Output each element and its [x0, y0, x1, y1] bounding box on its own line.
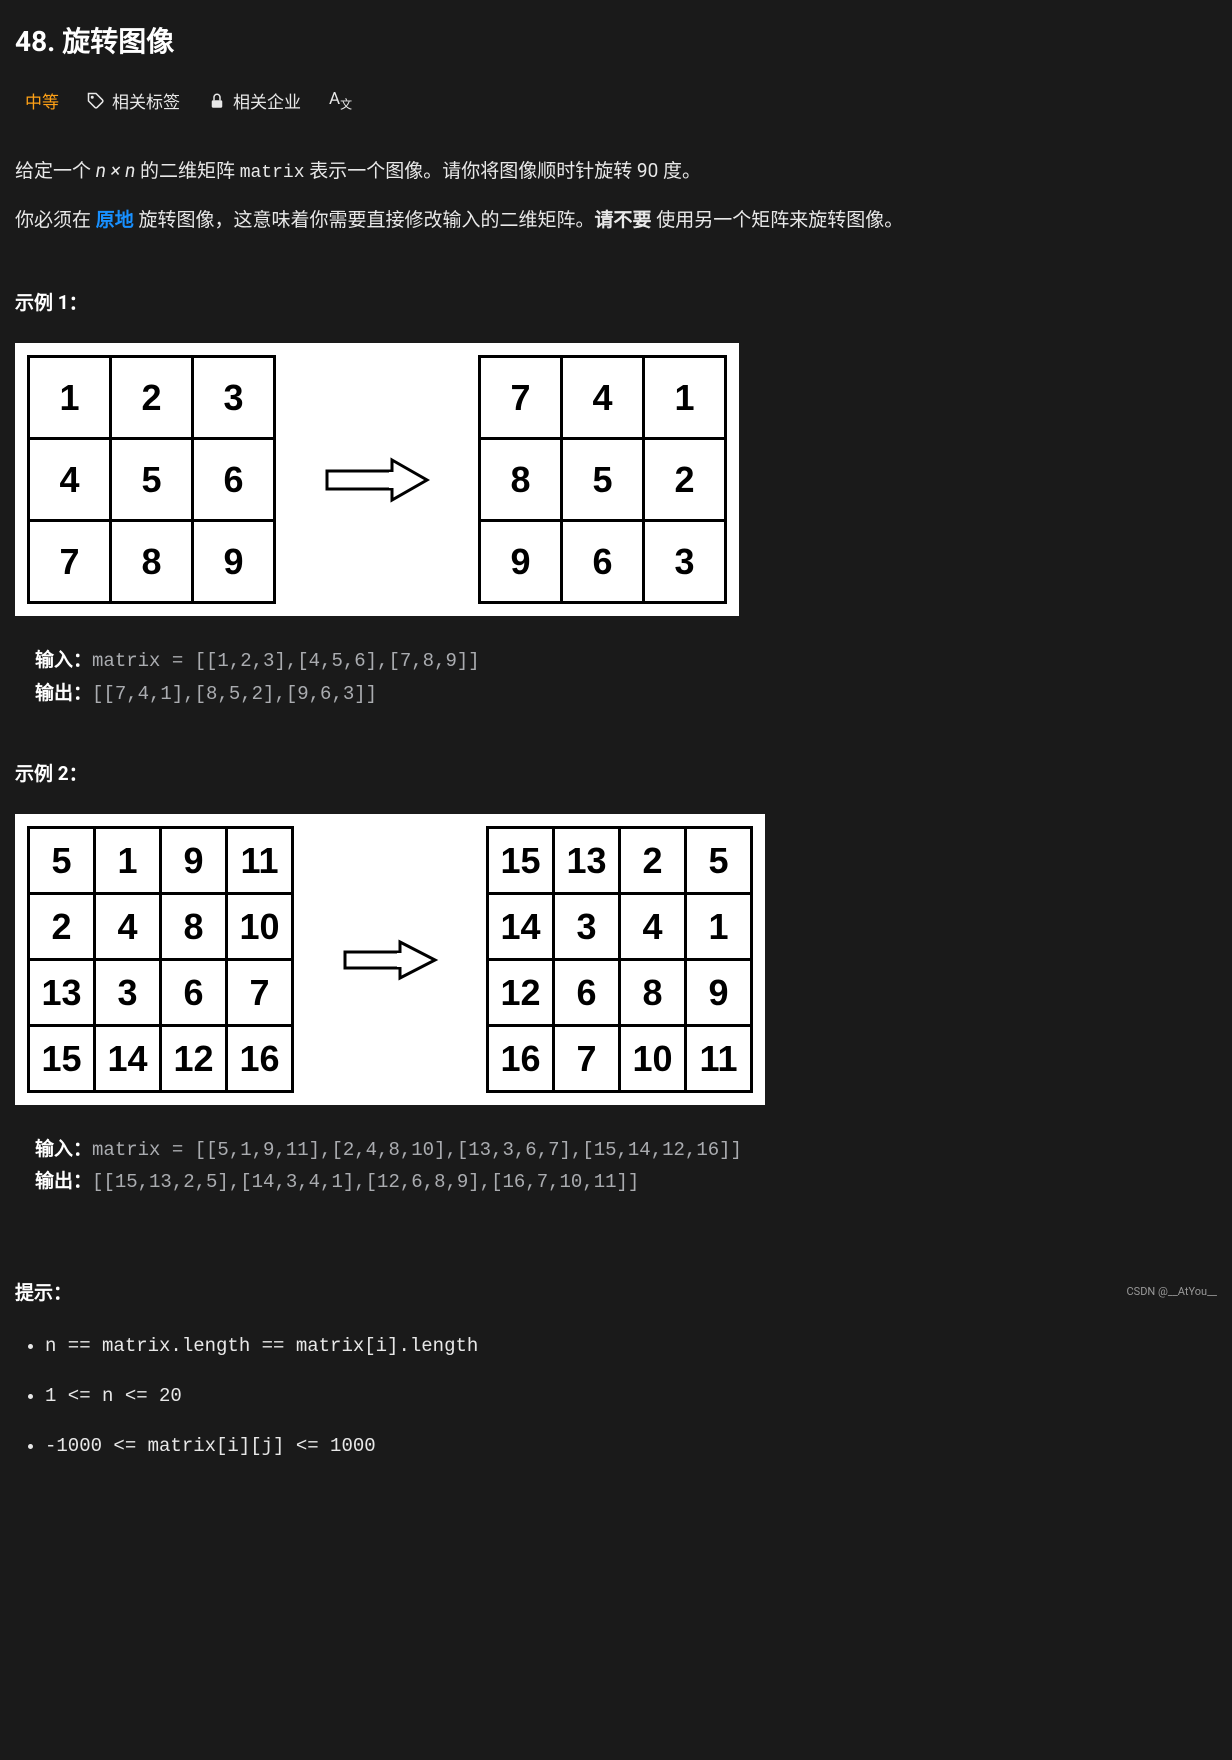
lock-icon — [208, 92, 226, 110]
tag-icon — [87, 92, 105, 110]
example-2-diagram: 51911 24810 13367 15141216 151325 14341 … — [15, 814, 765, 1105]
hint-item: -1000 <= matrix[i][j] <= 1000 — [45, 1435, 1217, 1457]
page-title: 48. 旋转图像 — [15, 20, 1217, 60]
input-value: matrix = [[5,1,9,11],[2,4,8,10],[13,3,6,… — [92, 1139, 742, 1161]
tags-link[interactable]: 相关标签 — [87, 88, 180, 113]
example-2-output-grid: 151325 14341 12689 1671011 — [486, 826, 753, 1093]
nxn-italic: n × n — [96, 159, 136, 182]
please-not-bold: 请不要 — [594, 208, 656, 231]
input-value: matrix = [[1,2,3],[4,5,6],[7,8,9]] — [92, 650, 480, 672]
description-line-2: 你必须在 原地 旋转图像，这意味着你需要直接修改输入的二维矩阵。请不要 使用另一… — [15, 202, 1217, 238]
difficulty-badge: 中等 — [25, 88, 59, 113]
companies-link[interactable]: 相关企业 — [208, 88, 301, 113]
hints-title: 提示： — [15, 1278, 1217, 1305]
description-line-1: 给定一个 n × n 的二维矩阵 matrix 表示一个图像。请你将图像顺时针旋… — [15, 153, 1217, 190]
example-1-input-grid: 123 456 789 — [27, 355, 276, 604]
font-size-toggle[interactable]: A文 — [329, 89, 352, 112]
font-icon: A文 — [329, 89, 352, 112]
input-label: 输入： — [35, 650, 92, 672]
example-1-io: 输入：matrix = [[1,2,3],[4,5,6],[7,8,9]] 输出… — [15, 646, 1217, 709]
output-label: 输出： — [35, 683, 92, 705]
hints-list: n == matrix.length == matrix[i].length 1… — [15, 1335, 1217, 1457]
example-2-io: 输入：matrix = [[5,1,9,11],[2,4,8,10],[13,3… — [15, 1135, 1217, 1198]
arrow-icon — [340, 937, 440, 983]
hint-item: 1 <= n <= 20 — [45, 1385, 1217, 1407]
matrix-code: matrix — [240, 163, 305, 183]
example-2-title: 示例 2： — [15, 759, 1217, 786]
companies-label: 相关企业 — [233, 88, 301, 113]
watermark: CSDN @__AtYou__ — [1127, 1285, 1218, 1298]
meta-row: 中等 相关标签 相关企业 A文 — [15, 88, 1217, 113]
example-1-output-grid: 741 852 963 — [478, 355, 727, 604]
example-1-title: 示例 1： — [15, 288, 1217, 315]
example-1-diagram: 123 456 789 741 852 963 — [15, 343, 739, 616]
example-2-input-grid: 51911 24810 13367 15141216 — [27, 826, 294, 1093]
output-value: [[7,4,1],[8,5,2],[9,6,3]] — [92, 683, 377, 705]
inplace-link[interactable]: 原地 — [96, 208, 134, 231]
hint-item: n == matrix.length == matrix[i].length — [45, 1335, 1217, 1357]
output-label: 输出： — [35, 1171, 92, 1193]
tags-label: 相关标签 — [112, 88, 180, 113]
arrow-icon — [322, 455, 432, 505]
input-label: 输入： — [35, 1139, 92, 1161]
output-value: [[15,13,2,5],[14,3,4,1],[12,6,8,9],[16,7… — [92, 1171, 639, 1193]
